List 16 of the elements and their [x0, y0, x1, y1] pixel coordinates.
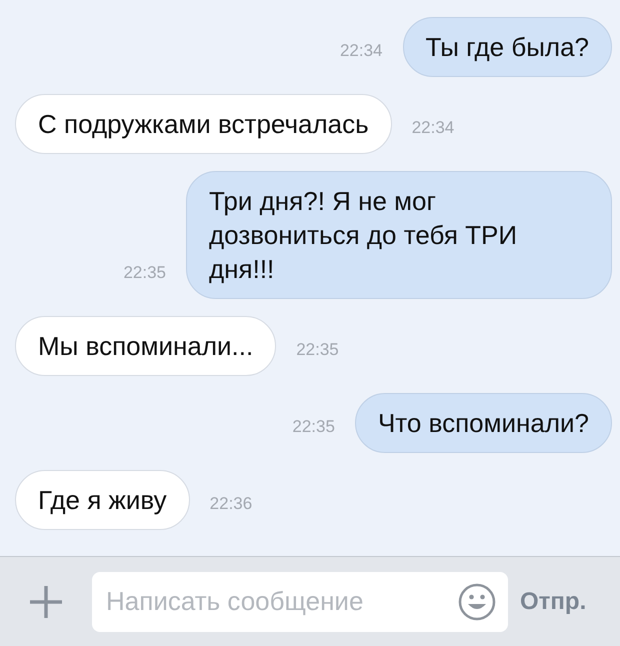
- message-input-field[interactable]: Написать сообщение: [92, 572, 508, 632]
- message-time: 22:34: [340, 41, 382, 62]
- message-time: 22:35: [123, 263, 166, 284]
- message-bubble: С подружками встречалась: [15, 94, 392, 154]
- message-bubble: Ты где была?: [402, 17, 612, 77]
- send-button[interactable]: Отпр.: [518, 584, 588, 620]
- message-bubble: Мы вспоминали...: [15, 316, 276, 376]
- message-bubble: Три дня?! Я не мог дозвониться до тебя ТРИ дня!!!: [186, 171, 612, 299]
- message-bubble: Что вспоминали?: [354, 393, 612, 453]
- message-time: 22:36: [210, 494, 252, 515]
- message-time: 22:34: [412, 118, 454, 139]
- message-time: 22:35: [296, 340, 339, 361]
- message-bubble: Где я живу: [15, 470, 190, 530]
- plus-icon[interactable]: [28, 584, 64, 620]
- smiley-icon[interactable]: [458, 582, 496, 620]
- message-time: 22:35: [292, 417, 335, 438]
